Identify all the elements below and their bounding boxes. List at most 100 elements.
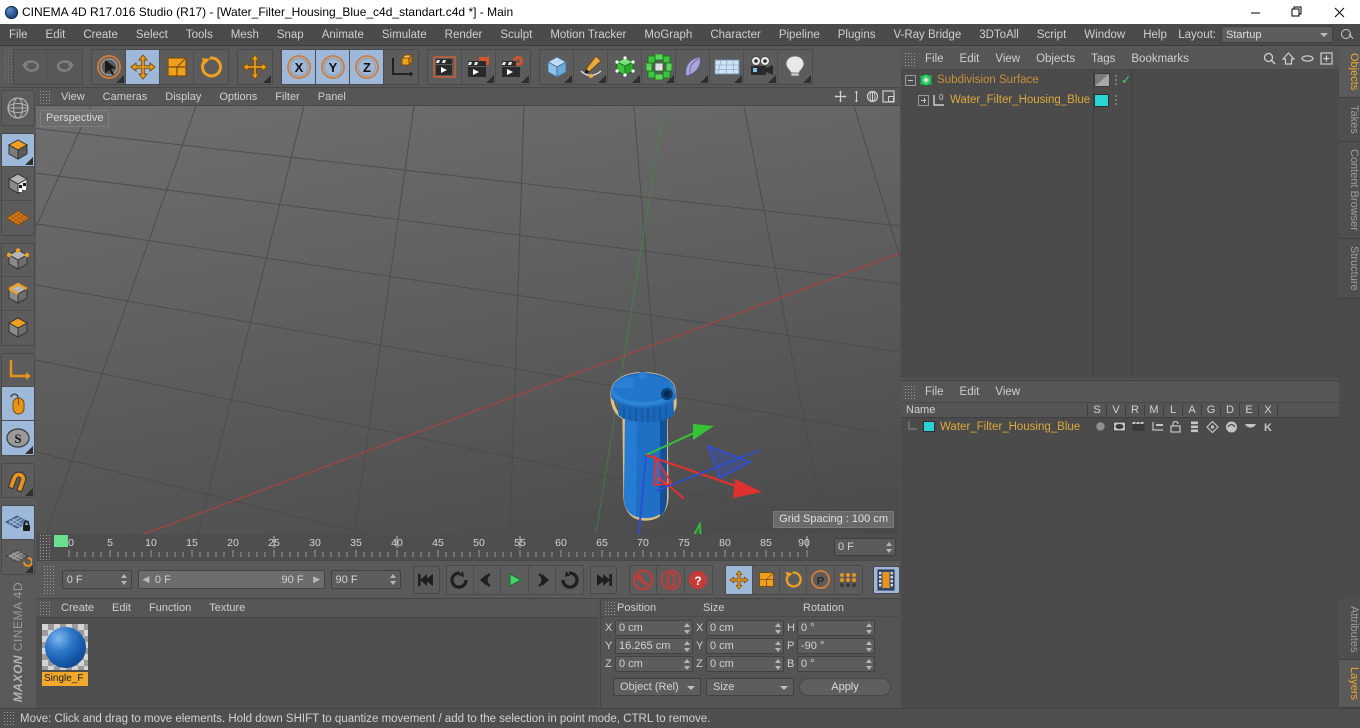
stepper-icon[interactable] xyxy=(774,659,781,670)
deformer-button[interactable] xyxy=(676,49,710,84)
menu-3dtoall[interactable]: 3DToAll xyxy=(970,24,1028,46)
menu-window[interactable]: Window xyxy=(1075,24,1134,46)
model-mode-button[interactable] xyxy=(2,133,34,168)
array-button[interactable] xyxy=(642,49,676,84)
stepper-icon[interactable] xyxy=(885,542,892,553)
home-icon[interactable] xyxy=(1282,52,1295,65)
animbar-grip[interactable] xyxy=(43,564,54,595)
view-icon[interactable] xyxy=(1113,421,1126,432)
render-icon[interactable] xyxy=(1132,421,1145,432)
object-manager-grip[interactable] xyxy=(904,51,915,66)
tab-objects[interactable]: Objects xyxy=(1339,46,1360,99)
material-list[interactable]: Single_F xyxy=(36,618,598,709)
range-right-arrow-icon[interactable]: ▶ xyxy=(312,574,322,585)
material-menu-function[interactable]: Function xyxy=(140,599,200,618)
autokeying-button[interactable] xyxy=(657,565,685,594)
tool-options-corner[interactable] xyxy=(25,445,33,454)
menu-file[interactable]: File xyxy=(0,24,37,46)
menu-select[interactable]: Select xyxy=(127,24,177,46)
tab-content-browser[interactable]: Content Browser xyxy=(1339,142,1360,239)
layout-dropdown[interactable]: Startup xyxy=(1221,26,1333,43)
viewport-menu-panel[interactable]: Panel xyxy=(309,88,355,106)
stepper-icon[interactable] xyxy=(683,641,690,652)
rotation-h-field[interactable]: 0 ° xyxy=(797,620,875,636)
close-button[interactable] xyxy=(1318,0,1360,24)
size-y-field[interactable]: 0 cm xyxy=(706,638,784,654)
position-x-field[interactable]: 0 cm xyxy=(615,620,693,636)
object-menu-view[interactable]: View xyxy=(987,48,1028,70)
play-backwards-button[interactable] xyxy=(447,565,475,594)
add-cube-button[interactable] xyxy=(540,49,574,84)
viewport-grip[interactable] xyxy=(39,89,50,104)
render-region-button[interactable] xyxy=(462,49,496,84)
coordinate-mode-dropdown[interactable]: Object (Rel) xyxy=(613,678,701,696)
xref-icon[interactable]: K xyxy=(1262,421,1274,433)
timeline-grip[interactable] xyxy=(39,534,50,560)
menu-character[interactable]: Character xyxy=(701,24,770,46)
lock-workplane-button[interactable] xyxy=(2,506,34,541)
menu-mograph[interactable]: MoGraph xyxy=(635,24,701,46)
lock-y-button[interactable]: Y xyxy=(316,49,350,84)
enable-axis-button[interactable] xyxy=(2,353,34,388)
object-menu-tags[interactable]: Tags xyxy=(1083,48,1123,70)
subdivision-tag[interactable] xyxy=(1094,73,1110,87)
render-view-button[interactable] xyxy=(428,49,462,84)
dynamic-move-button[interactable] xyxy=(238,49,272,84)
dolly-viewport-icon[interactable] xyxy=(850,90,863,103)
material-menu-edit[interactable]: Edit xyxy=(103,599,140,618)
camera-button[interactable] xyxy=(744,49,778,84)
deformer-icon[interactable] xyxy=(1225,421,1238,433)
stepper-icon[interactable] xyxy=(865,641,872,652)
render-settings-button[interactable] xyxy=(496,49,530,84)
tool-options-corner[interactable] xyxy=(700,74,708,83)
tool-options-corner[interactable] xyxy=(632,74,640,83)
expander-plus-icon[interactable] xyxy=(918,94,929,106)
viewport-3d-canvas[interactable]: Y X Z Perspective Grid Spacing : 100 cm xyxy=(36,106,900,534)
animation-start-field[interactable]: 0 F xyxy=(61,570,132,589)
position-z-field[interactable]: 0 cm xyxy=(615,656,693,672)
menu-create[interactable]: Create xyxy=(74,24,127,46)
current-frame-field[interactable]: 0 F xyxy=(834,538,896,556)
object-menu-edit[interactable]: Edit xyxy=(952,48,988,70)
make-editable-button[interactable] xyxy=(2,91,34,125)
timeline-ruler[interactable]: 0 5 10 15 20 25 30 35 40 45 50 55 60 65 … xyxy=(52,534,842,560)
keyframe-selection-button[interactable]: ? xyxy=(684,565,712,594)
maximize-button[interactable] xyxy=(1276,0,1318,24)
viewport-menu-cameras[interactable]: Cameras xyxy=(94,88,157,106)
lock-icon[interactable] xyxy=(1170,420,1181,433)
search-icon[interactable] xyxy=(1338,26,1356,44)
animation-end-field[interactable]: 90 F xyxy=(330,570,401,589)
play-button[interactable] xyxy=(501,565,529,594)
record-active-objects-button[interactable] xyxy=(630,565,658,594)
viewport-menu-options[interactable]: Options xyxy=(210,88,266,106)
object-menu-file[interactable]: File xyxy=(917,48,952,70)
position-y-field[interactable]: 16.265 cm xyxy=(615,638,693,654)
generator-icon[interactable] xyxy=(1206,420,1219,433)
undo-button[interactable] xyxy=(14,49,48,84)
rotation-b-field[interactable]: 0 ° xyxy=(797,656,875,672)
points-mode-button[interactable] xyxy=(2,243,34,278)
solo-dot-icon[interactable] xyxy=(1095,421,1106,432)
tool-options-corner[interactable] xyxy=(116,74,124,83)
stepper-icon[interactable] xyxy=(121,574,128,585)
add-spline-button[interactable] xyxy=(574,49,608,84)
ellipse-icon[interactable] xyxy=(1301,52,1314,65)
menu-help[interactable]: Help xyxy=(1134,24,1176,46)
tool-options-corner[interactable] xyxy=(666,74,674,83)
go-to-end-button[interactable] xyxy=(589,565,618,594)
toolbar-grip[interactable] xyxy=(4,49,13,84)
viewport-menu-filter[interactable]: Filter xyxy=(266,88,308,106)
material-menu-texture[interactable]: Texture xyxy=(200,599,254,618)
tool-options-corner[interactable] xyxy=(25,564,33,573)
coordinates-grip[interactable] xyxy=(604,600,615,615)
menu-tools[interactable]: Tools xyxy=(177,24,222,46)
menu-plugins[interactable]: Plugins xyxy=(829,24,885,46)
stepper-icon[interactable] xyxy=(865,623,872,634)
stepper-icon[interactable] xyxy=(774,641,781,652)
material-grip[interactable] xyxy=(39,601,50,615)
preview-range-slider[interactable]: ◀ 0 F 90 F ▶ xyxy=(137,570,325,589)
nurbs-button[interactable] xyxy=(608,49,642,84)
tool-options-corner[interactable] xyxy=(564,74,572,83)
tool-options-corner[interactable] xyxy=(734,74,742,83)
soft-selection-button[interactable]: S xyxy=(2,421,34,455)
